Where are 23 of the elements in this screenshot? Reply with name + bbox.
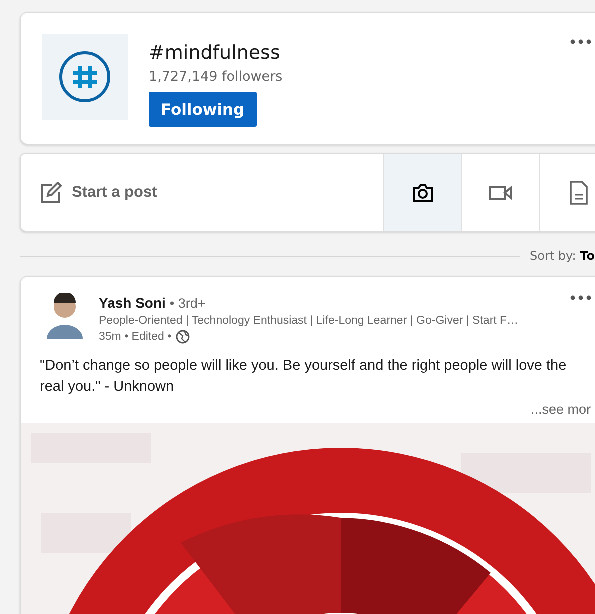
more-icon[interactable] — [570, 295, 592, 301]
author-headline: People-Oriented | Technology Enthusiast | Life-Long Learner | Go-Giver | Start F… — [99, 315, 519, 327]
globe-icon — [176, 330, 190, 344]
camera-icon — [412, 182, 434, 202]
document-icon — [570, 180, 588, 204]
video-button[interactable] — [461, 154, 539, 231]
post-time: 35m • Edited • — [99, 331, 172, 343]
edit-icon — [40, 182, 62, 204]
start-post-prompt[interactable]: Start a post — [72, 184, 158, 202]
document-button[interactable] — [539, 154, 595, 231]
see-more-link[interactable]: ...see mor — [530, 402, 591, 417]
hashtag-title: #mindfulness — [149, 42, 282, 64]
avatar[interactable] — [45, 293, 85, 341]
video-camera-icon — [488, 184, 512, 200]
post-text: "Don’t change so people will like you. Be yourself and the right people will love the real you." - Unknown — [39, 357, 568, 397]
hashtag-icon — [42, 34, 128, 120]
connection-degree: • 3rd+ — [170, 296, 206, 311]
photo-button[interactable] — [383, 154, 461, 231]
following-button[interactable]: Following — [149, 92, 257, 127]
sort-selector[interactable]: Sort by: To — [530, 249, 595, 263]
follower-count: 1,727,149 followers — [149, 69, 283, 85]
author-name[interactable]: Yash Soni — [99, 295, 166, 311]
more-icon[interactable] — [570, 39, 592, 45]
